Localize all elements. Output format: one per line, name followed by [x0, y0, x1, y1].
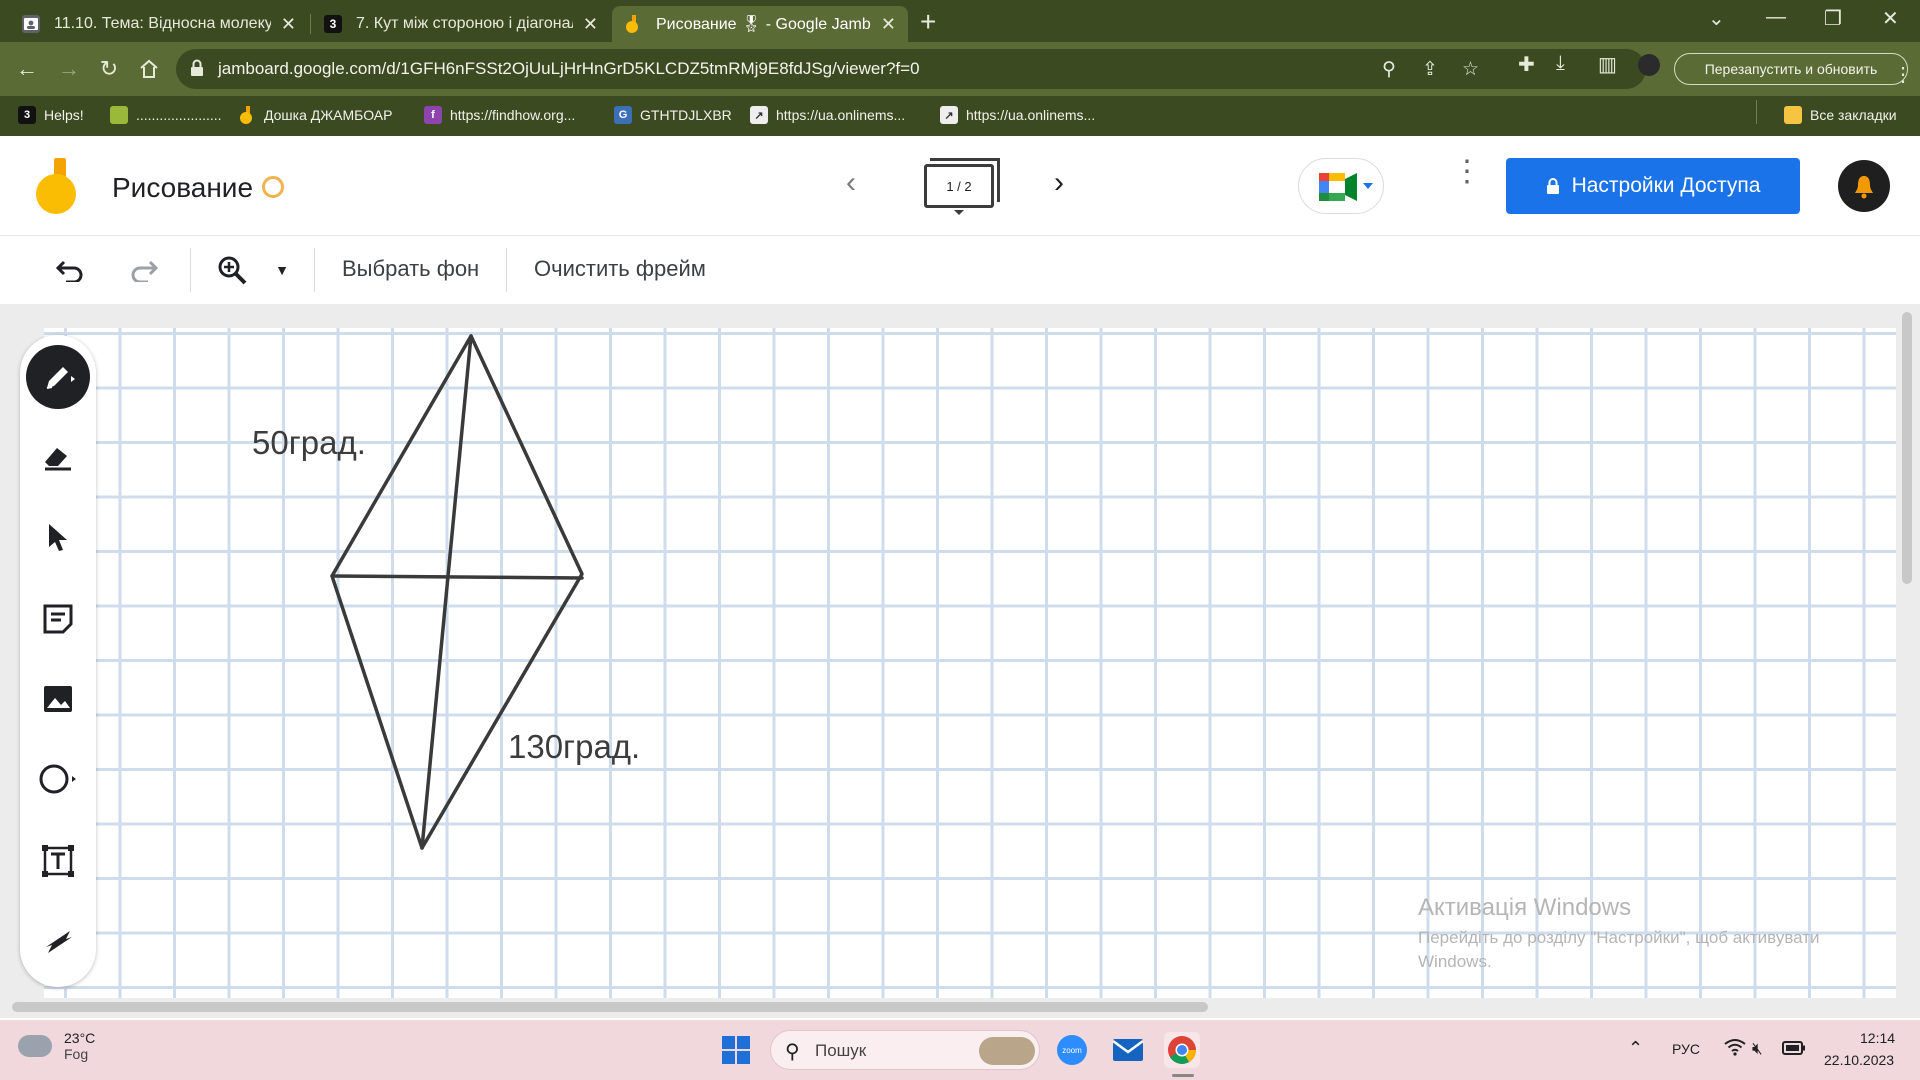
long-diagonal[interactable] [420, 334, 473, 850]
tools-panel [20, 335, 96, 987]
windows-activation-text: Перейдіть до розділу "Настройки", щоб ак… [1418, 928, 1820, 971]
text-box-tool[interactable] [26, 829, 90, 893]
angle-label-bottom[interactable]: 130град. [508, 728, 640, 766]
circle-icon [39, 764, 76, 794]
sticky-note-tool[interactable] [26, 587, 90, 651]
image-icon [44, 686, 72, 712]
pen-tool[interactable] [26, 345, 90, 409]
weather-temperature: 23°C [64, 1030, 96, 1046]
shape-tool[interactable] [26, 747, 90, 811]
mail-app-icon[interactable] [1110, 1032, 1146, 1068]
zoom-app-icon[interactable]: zoom [1054, 1032, 1090, 1068]
sticky-note-icon [43, 604, 73, 634]
weather-condition: Fog [64, 1046, 89, 1062]
search-placeholder: Пошук [815, 1041, 867, 1060]
search-icon: ⚲ [785, 1041, 800, 1063]
clock-date[interactable]: 22.10.2023 [1824, 1052, 1894, 1068]
battery-icon[interactable] [1782, 1040, 1806, 1059]
svg-text:zoom: zoom [1062, 1046, 1082, 1055]
short-diagonal[interactable] [330, 574, 584, 580]
windows-taskbar: 23°C Fog ⚲ Пошук zoom ⌃ РУС 🔇︎ 12:14 22.… [0, 1020, 1920, 1080]
angle-label-top[interactable]: 50град. [252, 424, 366, 462]
laser-icon [46, 931, 72, 953]
search-highlight-image [979, 1037, 1035, 1065]
speaker-muted-icon[interactable]: 🔇︎ [1752, 1039, 1763, 1059]
windows-activation-title: Активація Windows [1418, 894, 1632, 921]
laser-tool[interactable] [26, 909, 90, 973]
taskbar-search[interactable]: ⚲ Пошук [770, 1030, 1040, 1070]
rhombus-outline[interactable] [330, 334, 584, 850]
chrome-app-icon[interactable] [1164, 1032, 1200, 1068]
image-tool[interactable] [26, 667, 90, 731]
wifi-icon[interactable] [1724, 1038, 1746, 1061]
eraser-tool[interactable] [26, 425, 90, 489]
horizontal-scrollbar[interactable] [12, 1002, 1208, 1012]
weather-widget[interactable]: 23°C Fog [18, 1030, 95, 1062]
active-app-indicator [1172, 1074, 1194, 1077]
windows-start-icon[interactable] [722, 1036, 750, 1064]
tray-overflow-icon[interactable]: ⌃ [1628, 1038, 1643, 1059]
text-box-icon [42, 845, 74, 877]
select-tool[interactable] [26, 505, 90, 569]
vertical-scrollbar[interactable] [1902, 312, 1912, 584]
rhombus-drawing[interactable] [0, 0, 1920, 1080]
cloud-icon [18, 1035, 52, 1057]
eraser-icon [45, 448, 71, 471]
clock-time[interactable]: 12:14 [1860, 1030, 1895, 1046]
pen-icon [46, 367, 75, 389]
language-indicator[interactable]: РУС [1672, 1041, 1700, 1057]
cursor-icon [49, 524, 67, 551]
